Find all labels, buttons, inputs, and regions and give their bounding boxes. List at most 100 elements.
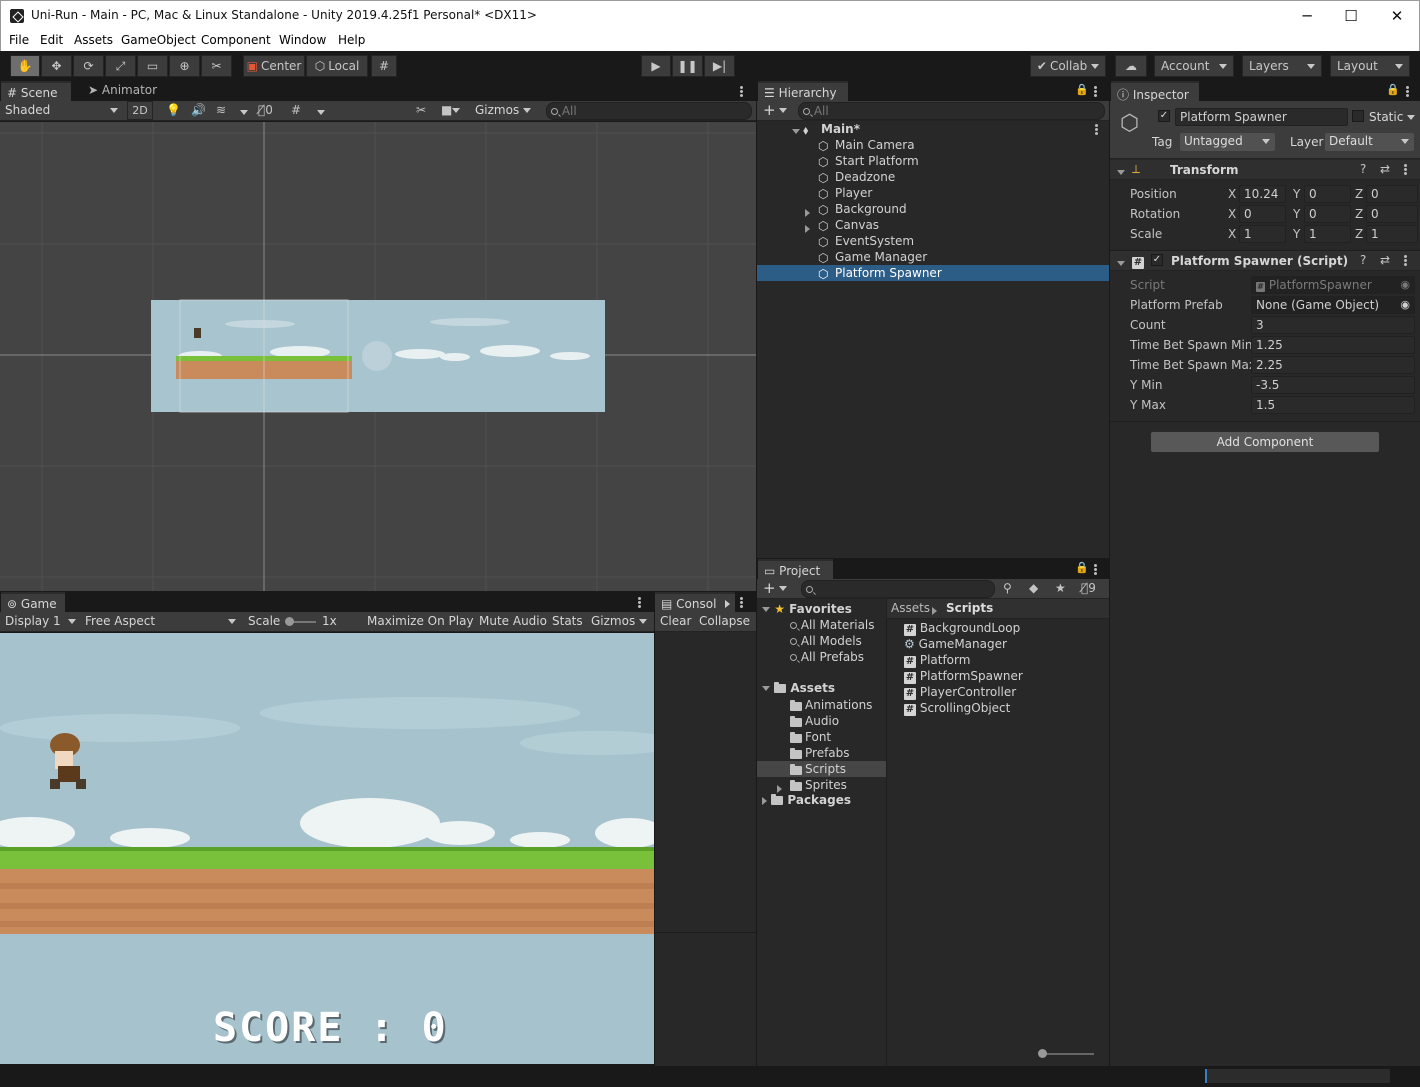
project-file-item[interactable]: # ScrollingObject (904, 701, 1010, 716)
cloud-icon[interactable]: ☁ (1115, 55, 1147, 77)
layers-dropdown[interactable]: Layers (1242, 55, 1322, 77)
help-icon[interactable]: ? (1360, 162, 1366, 176)
filter-type-icon[interactable]: ⚲ (1003, 581, 1012, 595)
hidden-packages-icon[interactable]: 👁̸9 (1081, 581, 1096, 595)
move-tool-icon[interactable]: ✥ (41, 55, 72, 77)
preset-icon[interactable]: ⇄ (1380, 253, 1390, 267)
asset-folder-item[interactable]: Animations (757, 697, 886, 713)
maximize-on-play-toggle[interactable]: Maximize On Play (367, 614, 474, 628)
menu-component[interactable]: Component (201, 33, 271, 47)
mute-audio-toggle[interactable]: Mute Audio (479, 614, 547, 628)
packages-header[interactable]: Packages (762, 793, 851, 807)
transform-y-field[interactable]: 1 (1304, 225, 1351, 243)
minimize-button[interactable]: ─ (1284, 1, 1330, 32)
breadcrumb-assets[interactable]: Assets (891, 601, 930, 615)
transform-z-field[interactable]: 0 (1366, 205, 1418, 223)
effects-icon[interactable]: ≋ (216, 103, 226, 117)
scene-root-item[interactable]: ⬧ Main* (757, 121, 1109, 137)
hierarchy-item[interactable]: ⬡ Platform Spawner (757, 265, 1109, 281)
menu-gameobject[interactable]: GameObject (121, 33, 196, 47)
transform-x-field[interactable]: 1 (1239, 225, 1286, 243)
grid-dropdown[interactable] (317, 105, 325, 119)
scale-tool-icon[interactable]: ⤢ (105, 55, 136, 77)
pause-button[interactable]: ❚❚ (672, 55, 703, 77)
custom-tool-icon[interactable]: ✂ (201, 55, 232, 77)
layout-dropdown[interactable]: Layout (1330, 55, 1410, 77)
scale-slider-thumb[interactable] (285, 617, 294, 626)
transform-z-field[interactable]: 0 (1366, 185, 1418, 203)
filter-label-icon[interactable]: ◆ (1029, 581, 1038, 595)
project-file-item[interactable]: ⚙ GameManager (904, 637, 1007, 651)
hierarchy-item[interactable]: ⬡ Canvas (757, 217, 1109, 233)
hierarchy-item[interactable]: ⬡ EventSystem (757, 233, 1109, 249)
icon-size-slider[interactable] (1040, 1053, 1094, 1055)
menu-edit[interactable]: Edit (40, 33, 63, 47)
transform-y-field[interactable]: 0 (1304, 185, 1351, 203)
project-file-item[interactable]: # PlatformSpawner (904, 669, 1023, 684)
inspector-menu-icon[interactable] (1406, 86, 1409, 97)
hierarchy-item[interactable]: ⬡ Background (757, 201, 1109, 217)
menu-window[interactable]: Window (279, 33, 326, 47)
script-value-field[interactable]: 3 (1251, 316, 1415, 334)
hierarchy-item[interactable]: ⬡ Main Camera (757, 137, 1109, 153)
display-dropdown[interactable]: Display 1 (5, 614, 78, 628)
game-menu-icon[interactable] (638, 597, 641, 608)
chevron-right-icon[interactable] (725, 596, 730, 610)
game-view[interactable]: SCORE : 0 (0, 633, 654, 1064)
transform-x-field[interactable]: 10.24 (1239, 185, 1286, 203)
script-value-field[interactable]: 1.25 (1251, 336, 1415, 354)
tab-game[interactable]: ⊚ Game (1, 592, 65, 613)
project-file-item[interactable]: # BackgroundLoop (904, 621, 1020, 636)
collapse-button[interactable]: Collapse (699, 614, 750, 628)
project-file-item[interactable]: # PlayerController (904, 685, 1016, 700)
hand-tool-icon[interactable]: ✋ (10, 55, 40, 77)
hierarchy-item[interactable]: ⬡ Deadzone (757, 169, 1109, 185)
favorites-header[interactable]: ★ Favorites (762, 602, 852, 616)
console-menu-icon[interactable] (740, 597, 743, 608)
rect-tool-icon[interactable]: ▭ (137, 55, 168, 77)
icon-size-slider-thumb[interactable] (1038, 1049, 1047, 1058)
asset-folder-item[interactable]: Audio (757, 713, 886, 729)
help-icon[interactable]: ? (1360, 253, 1366, 267)
assets-header[interactable]: Assets (762, 681, 835, 695)
tab-console[interactable]: ▤ Consol (655, 592, 735, 613)
transform-header[interactable]: ⟂ Transform ? ⇄ (1110, 160, 1420, 180)
transform-y-field[interactable]: 0 (1304, 205, 1351, 223)
object-picker-icon[interactable]: ◉ (1400, 297, 1410, 313)
favorite-star-icon[interactable]: ★ (1055, 581, 1066, 595)
aspect-dropdown[interactable]: Free Aspect (85, 614, 238, 628)
pivot-center-toggle[interactable]: ▣ Center (243, 55, 305, 77)
rotate-tool-icon[interactable]: ⟳ (73, 55, 104, 77)
scene-search-input[interactable]: All (546, 102, 752, 120)
scene-view-canvas[interactable] (0, 122, 756, 591)
lighting-icon[interactable]: 💡 (166, 103, 181, 117)
grid-snap-icon[interactable]: # (371, 55, 397, 77)
grid-toggle-icon[interactable]: # (291, 103, 301, 117)
step-button[interactable]: ▶| (704, 55, 735, 77)
script-value-field[interactable]: 2.25 (1251, 356, 1415, 374)
breadcrumb-scripts[interactable]: Scripts (946, 601, 993, 615)
asset-folder-item[interactable]: Scripts (757, 761, 886, 777)
layer-dropdown[interactable]: Default (1325, 133, 1414, 151)
close-button[interactable]: ✕ (1374, 1, 1420, 32)
transform-x-field[interactable]: 0 (1239, 205, 1286, 223)
project-search-input[interactable] (801, 580, 995, 598)
collab-button[interactable]: ✔ Collab (1030, 55, 1106, 77)
tab-inspector[interactable]: ⓘ Inspector (1111, 81, 1199, 102)
hierarchy-menu-icon[interactable] (1094, 86, 1097, 97)
tag-dropdown[interactable]: Untagged (1180, 133, 1275, 151)
asset-folder-item[interactable]: Font (757, 729, 886, 745)
maximize-button[interactable]: ☐ (1328, 1, 1374, 32)
tools-icon[interactable]: ✂ (416, 103, 426, 117)
hidden-objects-icon[interactable]: 👁̸0 (258, 103, 273, 117)
script-component-header[interactable]: # ✓ Platform Spawner (Script) ? ⇄ (1110, 251, 1420, 271)
menu-file[interactable]: File (9, 33, 29, 47)
favorite-item[interactable]: All Prefabs (790, 650, 864, 664)
preset-icon[interactable]: ⇄ (1380, 162, 1390, 176)
play-button[interactable]: ▶ (641, 55, 671, 77)
transform-menu-icon[interactable] (1404, 164, 1407, 175)
pivot-local-toggle[interactable]: ⬡ Local (306, 55, 368, 77)
hierarchy-item[interactable]: ⬡ Game Manager (757, 249, 1109, 265)
gizmos-dropdown[interactable]: Gizmos (475, 103, 532, 117)
effects-dropdown[interactable] (240, 105, 248, 119)
